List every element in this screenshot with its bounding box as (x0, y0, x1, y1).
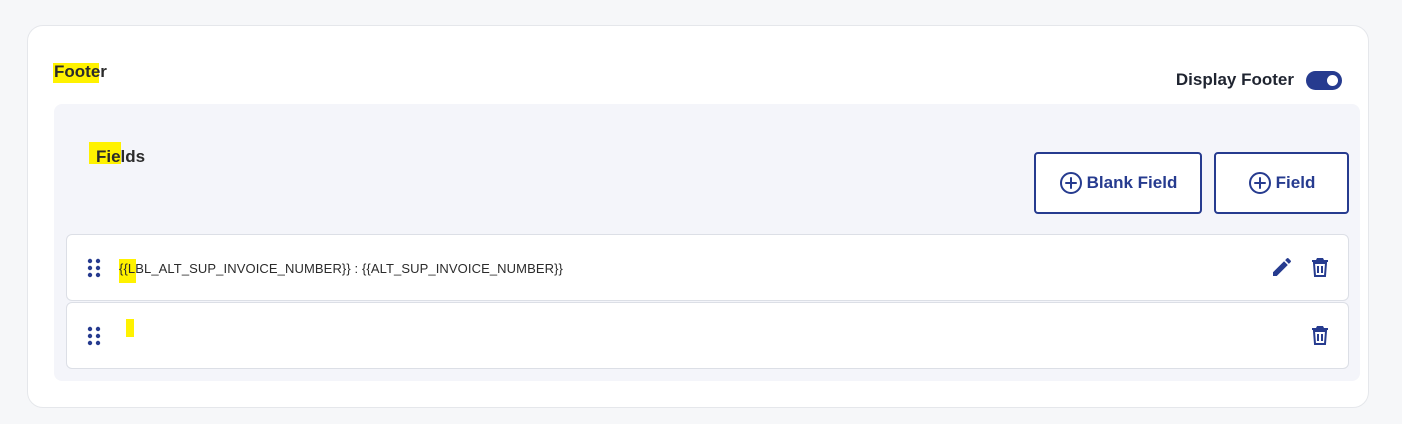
row-actions (1308, 323, 1332, 347)
plus-circle-icon (1248, 172, 1271, 194)
blank-field-label: Blank Field (1086, 173, 1178, 192)
pencil-icon[interactable] (1270, 255, 1294, 279)
trash-icon[interactable] (1308, 323, 1332, 347)
section-title-footer: Footer (54, 62, 107, 81)
fields-panel: Fields Blank Field Field {{LBL_ALT_SUP_I… (54, 104, 1360, 381)
toggle-knob (1327, 74, 1338, 86)
trash-icon[interactable] (1308, 255, 1332, 279)
drag-dots-icon[interactable] (87, 258, 101, 278)
display-footer-label: Display Footer (1175, 70, 1294, 89)
highlight-mark (126, 319, 134, 337)
field-label: Field (1275, 173, 1316, 192)
add-blank-field-button[interactable]: Blank Field (1034, 152, 1202, 214)
toggle-switch[interactable] (1306, 70, 1342, 90)
plus-circle-icon (1059, 172, 1082, 194)
row-actions (1270, 255, 1332, 279)
footer-card: Footer Display Footer Fields Blank Field… (27, 25, 1369, 408)
field-row: {{LBL_ALT_SUP_INVOICE_NUMBER}} : {{ALT_S… (66, 234, 1349, 301)
drag-dots-icon[interactable] (87, 326, 101, 346)
fields-title: Fields (96, 147, 146, 166)
field-row-text: {{LBL_ALT_SUP_INVOICE_NUMBER}} : {{ALT_S… (119, 261, 564, 276)
field-row (66, 302, 1349, 369)
add-field-button[interactable]: Field (1214, 152, 1349, 214)
display-footer-toggle[interactable]: Display Footer (1176, 70, 1342, 90)
